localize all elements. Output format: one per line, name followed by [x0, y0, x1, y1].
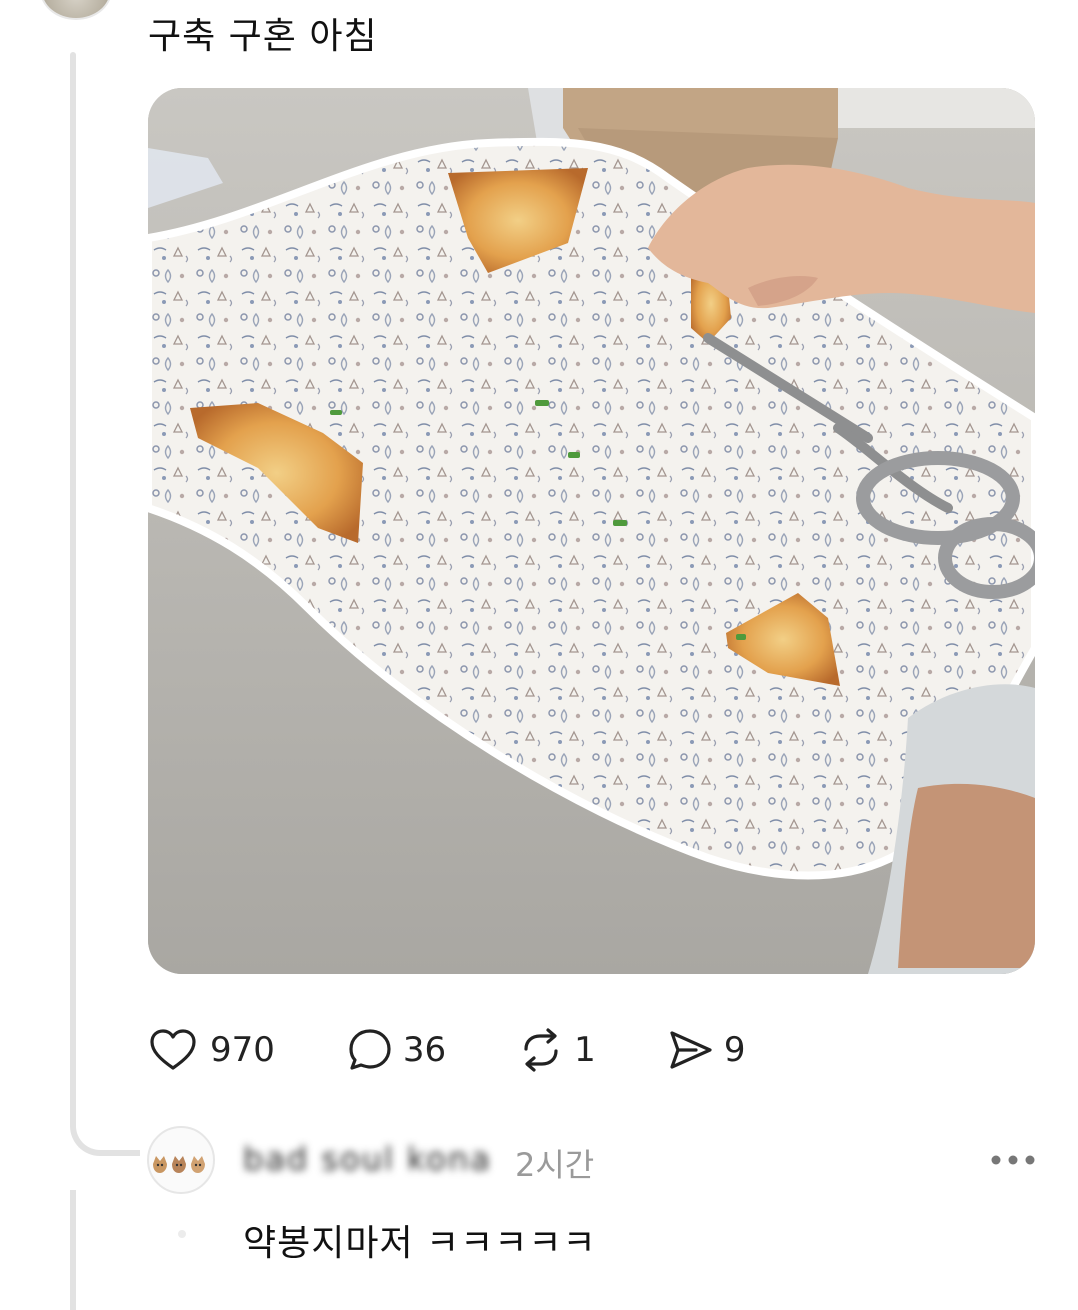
cat-avatar-icon [153, 1156, 205, 1173]
share-button[interactable]: 9 [666, 1025, 746, 1075]
reply-username[interactable]: bad soul kona [243, 1140, 492, 1178]
photo-illustration [148, 88, 1035, 974]
post-photo[interactable] [148, 88, 1035, 974]
like-button[interactable]: 970 [148, 1025, 275, 1075]
repost-count: 1 [574, 1030, 596, 1070]
repost-button[interactable]: 1 [516, 1025, 596, 1075]
speech-bubble-icon [349, 1029, 391, 1070]
thread-connector [70, 1098, 140, 1156]
more-dots-icon[interactable] [990, 1154, 1036, 1166]
thread-line-lower [70, 1190, 76, 1310]
heart-icon [150, 1029, 196, 1070]
reply-timestamp: 2시간 [515, 1146, 595, 1184]
post-actions: 970 36 1 9 [148, 1022, 815, 1078]
repost-icon [524, 1028, 558, 1072]
reply-thread-dot [178, 1230, 186, 1238]
post-author-avatar[interactable] [40, 0, 112, 20]
like-count: 970 [210, 1030, 275, 1070]
post-text: 구축 구혼 아침 [148, 16, 378, 57]
reply-avatar[interactable] [147, 1126, 215, 1194]
comment-count: 36 [402, 1030, 447, 1070]
thread-line [70, 52, 76, 1112]
comment-button[interactable]: 36 [345, 1025, 446, 1075]
reply-text: 약봉지마저 ㅋㅋㅋㅋㅋ [243, 1223, 597, 1264]
share-count: 9 [723, 1030, 746, 1070]
send-icon [670, 1031, 712, 1069]
